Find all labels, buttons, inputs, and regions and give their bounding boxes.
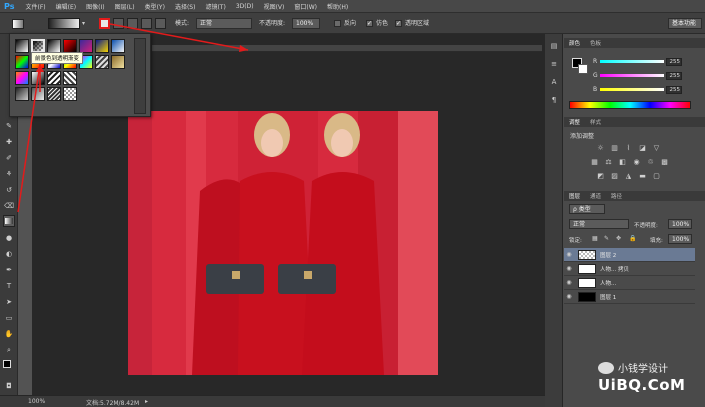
vibrance-icon[interactable]: ▽ — [652, 144, 661, 153]
tab-swatches[interactable]: 色板 — [585, 39, 606, 47]
paragraph-icon[interactable]: ¶ — [548, 94, 560, 106]
layer-row[interactable]: ◉ 图层 1 — [564, 290, 695, 304]
tab-adjustments[interactable]: 调整 — [564, 118, 585, 126]
tab-styles[interactable]: 样式 — [585, 118, 606, 126]
tab-channels[interactable]: 通道 — [585, 192, 606, 200]
invert-icon[interactable]: ◩ — [596, 172, 605, 181]
color-panel-tabs: 颜色 色板 — [564, 38, 705, 48]
adjust-title: 添加调整 — [570, 133, 595, 140]
tab-paths[interactable]: 路径 — [606, 192, 627, 200]
layer-thumbnail — [578, 291, 596, 302]
status-bar: 100% 文档:5.72M/8.42M ▸ — [0, 395, 545, 407]
black-white-icon[interactable]: ◧ — [618, 158, 627, 167]
posterize-icon[interactable]: ▨ — [610, 172, 619, 181]
gradient-map-icon[interactable]: ▬ — [638, 172, 647, 181]
arrow-head-up — [36, 64, 44, 72]
arrow-to-gradient-tool — [17, 63, 41, 213]
g-slider[interactable] — [600, 74, 664, 77]
color-spectrum-bar[interactable] — [569, 101, 691, 109]
layer-row[interactable]: ◉ 人物... 拷贝 — [564, 262, 695, 276]
b-slider[interactable] — [600, 88, 664, 91]
photo-filter-icon[interactable]: ◉ — [632, 158, 641, 167]
color-lookup-icon[interactable]: ▩ — [660, 158, 669, 167]
color-balance-icon[interactable]: ⚖ — [604, 158, 613, 167]
blend-mode-select[interactable]: 正常 — [569, 219, 629, 229]
history-icon[interactable]: ▤ — [548, 40, 560, 52]
layer-row[interactable]: ◉ 人物... — [564, 276, 695, 290]
layer-thumbnail — [578, 249, 596, 260]
selective-color-icon[interactable]: ▢ — [652, 172, 661, 181]
b-value[interactable]: 255 — [666, 86, 682, 94]
exposure-icon[interactable]: ◪ — [638, 144, 647, 153]
lock-transparency-icon[interactable]: ▦ — [592, 235, 598, 242]
g-label: G — [593, 72, 598, 79]
layer-thumbnail — [578, 263, 596, 274]
layer-filter-select[interactable]: ρ 类型 — [569, 204, 605, 214]
arrow-to-gradient-type — [109, 23, 249, 51]
lock-brush-icon[interactable]: ✎ — [604, 235, 609, 242]
panel-dock: ▤ ≡ A ¶ — [545, 34, 563, 407]
layer-name[interactable]: 图层 2 — [600, 251, 616, 259]
watermark-line2: UiBQ.CoM — [598, 376, 686, 394]
visibility-eye-icon[interactable]: ◉ — [564, 279, 574, 286]
threshold-icon[interactable]: ◮ — [624, 172, 633, 181]
fill-input[interactable]: 100% — [668, 234, 692, 244]
visibility-eye-icon[interactable]: ◉ — [564, 251, 574, 258]
tab-layers[interactable]: 图层 — [564, 192, 585, 200]
wechat-logo-icon — [598, 361, 614, 374]
visibility-eye-icon[interactable]: ◉ — [564, 265, 574, 272]
lock-move-icon[interactable]: ✥ — [616, 235, 621, 242]
layers-panel-tabs: 图层 通道 路径 — [564, 191, 705, 201]
fill-label: 填充: — [650, 238, 663, 244]
tab-color[interactable]: 颜色 — [564, 39, 585, 47]
g-value[interactable]: 255 — [666, 72, 682, 80]
layer-name[interactable]: 人物... 拷贝 — [600, 265, 629, 273]
r-label: R — [593, 58, 598, 65]
brightness-icon[interactable]: ☼ — [596, 144, 605, 153]
properties-icon[interactable]: ≡ — [548, 58, 560, 70]
lock-all-icon[interactable]: 🔒 — [629, 235, 636, 242]
r-slider[interactable] — [600, 60, 664, 63]
adjust-panel-tabs: 调整 样式 — [564, 117, 705, 127]
layer-thumbnail — [578, 277, 596, 288]
arrow-head-right — [239, 45, 248, 52]
layer-name[interactable]: 图层 1 — [600, 293, 616, 301]
background-color[interactable] — [578, 64, 588, 74]
status-arrow-icon[interactable]: ▸ — [145, 398, 148, 405]
levels-icon[interactable]: ▥ — [610, 144, 619, 153]
b-label: B — [593, 86, 598, 93]
watermark-line1: 小钱学设计 — [618, 364, 668, 375]
zoom-level[interactable]: 100% — [28, 398, 45, 405]
visibility-eye-icon[interactable]: ◉ — [564, 293, 574, 300]
layer-name[interactable]: 人物... — [600, 279, 616, 287]
layer-opacity-label: 不透明度: — [634, 223, 658, 229]
lock-label: 锁定: — [569, 238, 582, 244]
character-icon[interactable]: A — [548, 76, 560, 88]
layer-opacity-input[interactable]: 100% — [668, 219, 692, 229]
watermark: 小钱学设计 UiBQ.CoM — [598, 360, 702, 394]
layer-row[interactable]: ◉ 图层 2 — [564, 248, 695, 262]
channel-mixer-icon[interactable]: ♲ — [646, 158, 655, 167]
r-value[interactable]: 255 — [666, 58, 682, 66]
curves-icon[interactable]: ⌇ — [624, 144, 633, 153]
document-size: 文档:5.72M/8.42M — [86, 400, 140, 407]
hue-saturation-icon[interactable]: ▦ — [590, 158, 599, 167]
